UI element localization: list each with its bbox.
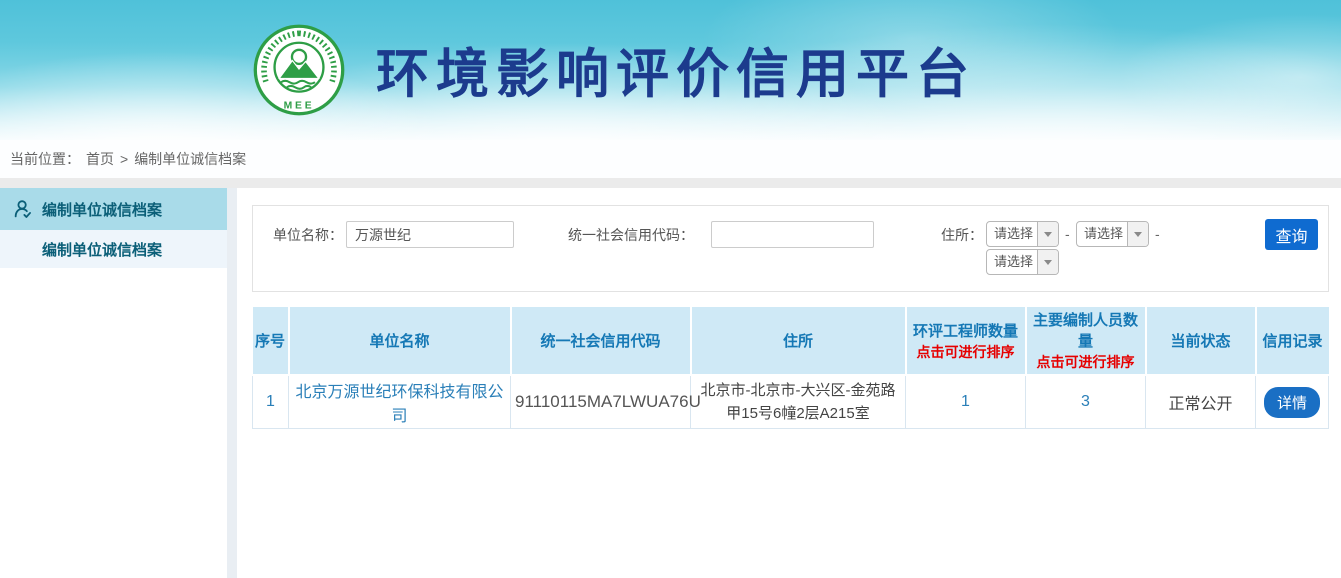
col-engineers-sort[interactable]: 环评工程师数量 点击可进行排序 — [906, 307, 1026, 375]
col-engineers-label: 环评工程师数量 — [909, 320, 1023, 341]
sidebar: 编制单位诚信档案 编制单位诚信档案 — [0, 188, 227, 578]
city-select-value: 请选择 — [1077, 222, 1127, 246]
col-address: 住所 — [691, 307, 906, 375]
table-header-row: 序号 单位名称 统一社会信用代码 住所 环评工程师数量 点击可进行排序 主要编制… — [253, 307, 1329, 375]
staff-sort-hint: 点击可进行排序 — [1029, 352, 1143, 372]
sidebar-subitem-unit-credit-archive[interactable]: 编制单位诚信档案 — [0, 230, 227, 268]
address-dash-2: - — [1155, 221, 1160, 247]
search-panel: 单位名称： 统一社会信用代码： 住所： 请选择 - 请选择 - 请选择 — [252, 205, 1329, 292]
credit-code-label: 统一社会信用代码： — [568, 221, 694, 249]
col-status: 当前状态 — [1146, 307, 1256, 375]
result-table: 序号 单位名称 统一社会信用代码 住所 环评工程师数量 点击可进行排序 主要编制… — [252, 307, 1329, 429]
chevron-down-icon — [1134, 232, 1142, 237]
col-code: 统一社会信用代码 — [511, 307, 691, 375]
page-title: 环境影响评价信用平台 — [376, 32, 976, 108]
svg-text:MEE: MEE — [284, 101, 315, 112]
row-credit-code: 91110115MA7LWUA76U — [515, 392, 701, 411]
header-divider — [0, 178, 1341, 188]
company-name-label: 单位名称： — [273, 221, 343, 249]
city-select[interactable]: 请选择 — [1076, 221, 1149, 247]
col-name: 单位名称 — [289, 307, 511, 375]
engineers-count-link[interactable]: 1 — [961, 393, 970, 410]
query-button[interactable]: 查询 — [1265, 219, 1318, 250]
col-staff-label: 主要编制人员数量 — [1029, 309, 1143, 351]
district-select-arrow-button[interactable] — [1037, 250, 1058, 274]
breadcrumb-home-link[interactable]: 首页 — [86, 149, 114, 169]
company-name-link[interactable]: 北京万源世纪环保科技有限公司 — [295, 384, 503, 425]
province-select-arrow-button[interactable] — [1037, 222, 1058, 246]
site-header: MEE 环境影响评价信用平台 — [0, 0, 1341, 140]
mee-logo-icon: MEE — [252, 23, 346, 117]
chevron-down-icon — [1044, 232, 1052, 237]
row-seq: 1 — [266, 393, 275, 410]
table-row: 1 北京万源世纪环保科技有限公司 91110115MA7LWUA76U 北京市-… — [253, 375, 1329, 429]
col-seq: 序号 — [253, 307, 289, 375]
breadcrumb-label: 当前位置： — [10, 149, 80, 169]
row-status: 正常公开 — [1168, 396, 1232, 413]
detail-button[interactable]: 详情 — [1264, 387, 1320, 418]
sidebar-item-unit-credit-archive[interactable]: 编制单位诚信档案 — [0, 188, 227, 230]
col-staff-sort[interactable]: 主要编制人员数量 点击可进行排序 — [1026, 307, 1146, 375]
city-select-arrow-button[interactable] — [1127, 222, 1148, 246]
breadcrumb: 当前位置： 首页 > 编制单位诚信档案 — [0, 140, 1341, 178]
user-check-icon — [12, 198, 34, 220]
sidebar-item-label: 编制单位诚信档案 — [42, 199, 162, 220]
breadcrumb-separator: > — [120, 151, 128, 167]
breadcrumb-current: 编制单位诚信档案 — [134, 149, 246, 169]
province-select-value: 请选择 — [987, 222, 1037, 246]
address-dash-1: - — [1065, 221, 1070, 247]
main-area: 单位名称： 统一社会信用代码： 住所： 请选择 - 请选择 - 请选择 — [237, 188, 1341, 578]
col-record: 信用记录 — [1256, 307, 1329, 375]
credit-code-input[interactable] — [711, 221, 874, 248]
engineers-sort-hint: 点击可进行排序 — [909, 342, 1023, 362]
row-address: 北京市-北京市-大兴区-金苑路甲15号6幢2层A215室 — [701, 382, 896, 422]
chevron-down-icon — [1044, 260, 1052, 265]
district-select-value: 请选择 — [987, 250, 1037, 274]
sidebar-subitem-label: 编制单位诚信档案 — [42, 239, 162, 260]
district-select[interactable]: 请选择 — [986, 249, 1059, 275]
province-select[interactable]: 请选择 — [986, 221, 1059, 247]
address-label: 住所： — [941, 221, 983, 249]
sidebar-main-divider — [227, 188, 237, 578]
company-name-input[interactable] — [346, 221, 514, 248]
staff-count-link[interactable]: 3 — [1081, 393, 1090, 410]
